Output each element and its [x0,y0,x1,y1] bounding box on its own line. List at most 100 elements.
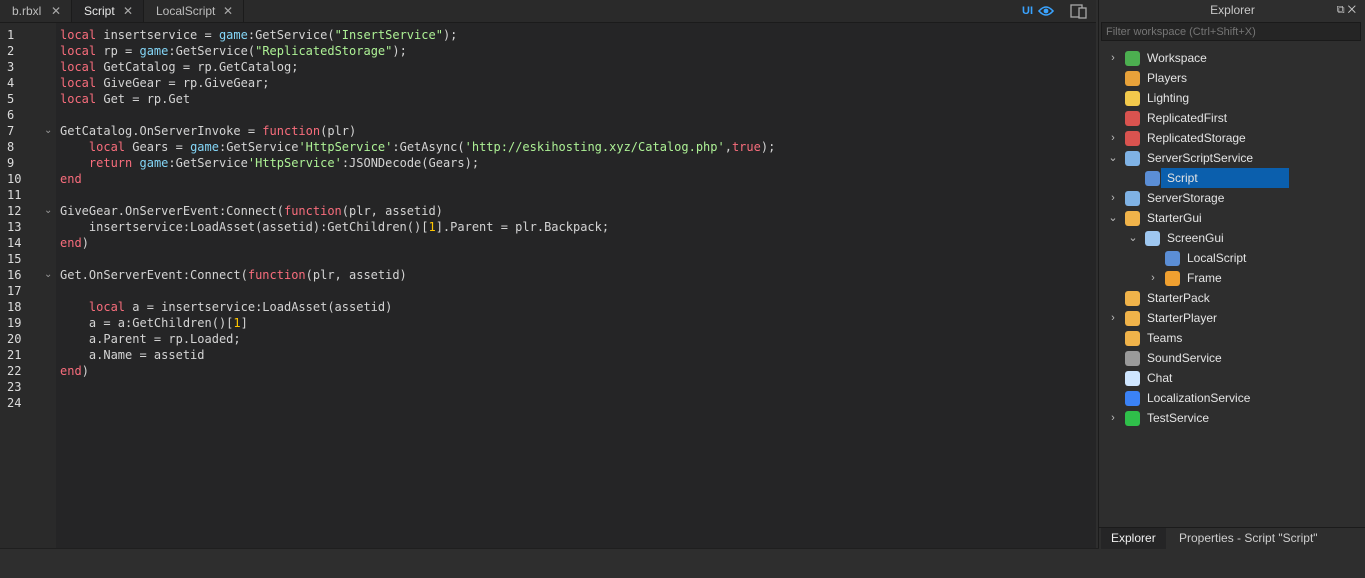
explorer-item-label: Script [1167,171,1198,185]
chevron-right-icon[interactable]: › [1107,308,1119,328]
line-number: 24 [7,396,22,410]
explorer-item-lighting[interactable]: Lighting [1099,88,1365,108]
line-number: 12 [7,204,22,218]
explorer-item-localscript[interactable]: LocalScript [1099,248,1365,268]
tab-b-rbxl[interactable]: b.rbxl ✕ [0,0,72,22]
code-line[interactable]: local GetCatalog = rp.GetCatalog; [60,59,298,75]
explorer-item-label: Lighting [1147,91,1190,105]
ui-visibility-toggle[interactable]: UI [1022,0,1033,22]
code-token: 1 [428,220,436,234]
code-line[interactable]: GetCatalog.OnServerInvoke = function(plr… [60,123,356,139]
code-line[interactable]: end) [60,363,89,379]
chevron-down-icon[interactable]: ⌄ [1127,228,1139,248]
explorer-item-chat[interactable]: Chat [1099,368,1365,388]
script-editor[interactable]: 1 2 3 4 5 6 7 8 9 10 11 12 13 14 15 16 17 18 19 20 21 22 23 24 ⌄… [0,23,1096,548]
chevron-right-icon[interactable]: › [1147,268,1159,288]
code-token: rp = [96,44,140,58]
code-token: insertservice = [96,28,219,42]
explorer-item-label: StarterPlayer [1147,311,1218,325]
eye-icon[interactable] [1038,5,1054,17]
code-token: end [60,172,82,186]
code-line[interactable]: local GiveGear = rp.GiveGear; [60,75,270,91]
chevron-down-icon[interactable]: ⌄ [1107,208,1119,228]
tab-properties[interactable]: Properties - Script "Script" [1169,528,1328,549]
starter-pack-icon [1125,291,1140,306]
code-token: function [283,204,342,218]
code-line[interactable]: local Gears = game:GetService'HttpServic… [60,139,775,155]
explorer-bottom-tabs: Explorer Properties - Script "Script" [1099,527,1365,549]
explorer-item-frame[interactable]: › Frame [1099,268,1365,288]
code-token: end [60,236,82,250]
explorer-item-serverstorage[interactable]: › ServerStorage [1099,188,1365,208]
explorer-item-localizationservice[interactable]: LocalizationService [1099,388,1365,408]
explorer-item-screengui[interactable]: ⌄ ScreenGui [1099,228,1365,248]
explorer-item-starterpack[interactable]: StarterPack [1099,288,1365,308]
explorer-item-starterplayer[interactable]: › StarterPlayer [1099,308,1365,328]
explorer-item-label: LocalizationService [1147,391,1251,405]
tab-explorer[interactable]: Explorer [1101,528,1166,549]
tab-localscript[interactable]: LocalScript ✕ [144,0,244,22]
code-token: :GetService( [247,28,335,42]
code-line[interactable]: local a = insertservice:LoadAsset(asseti… [60,299,392,315]
fold-chevron-icon[interactable]: ⌄ [44,203,52,219]
code-token: end [60,364,82,378]
close-icon[interactable]: ✕ [51,0,61,22]
close-icon[interactable]: ✕ [223,0,233,22]
code-token: "ReplicatedStorage" [255,44,393,58]
code-token: a.Parent = rp.Loaded; [60,332,241,346]
code-line[interactable]: end) [60,235,89,251]
code-token: function [262,124,321,138]
code-token: ); [392,44,407,58]
chevron-down-icon[interactable]: ⌄ [1107,148,1119,168]
filter-workspace-input[interactable] [1101,22,1361,41]
server-storage-icon [1125,191,1140,206]
code-line[interactable]: local insertservice = game:GetService("I… [60,27,457,43]
starter-player-icon [1125,311,1140,326]
line-number: 23 [7,380,22,394]
explorer-item-script[interactable]: Script [1099,168,1365,188]
code-line[interactable]: Get.OnServerEvent:Connect(function(plr, … [60,267,407,283]
code-token: local [60,76,97,90]
code-token: a = a:GetChildren()[ [60,316,234,330]
code-line[interactable]: local rp = game:GetService("ReplicatedSt… [60,43,407,59]
chevron-right-icon[interactable]: › [1107,48,1119,68]
explorer-item-startergui[interactable]: ⌄ StarterGui [1099,208,1365,228]
code-line[interactable]: a.Parent = rp.Loaded; [60,331,241,347]
chevron-right-icon[interactable]: › [1107,408,1119,428]
explorer-item-serverscriptservice[interactable]: ⌄ ServerScriptService [1099,148,1365,168]
line-number: 7 [7,124,15,138]
chevron-right-icon[interactable]: › [1107,128,1119,148]
explorer-item-replicatedfirst[interactable]: ReplicatedFirst [1099,108,1365,128]
explorer-item-testservice[interactable]: › TestService [1099,408,1365,428]
code-line[interactable]: return game:GetService'HttpService':JSON… [60,155,479,171]
explorer-item-players[interactable]: Players [1099,68,1365,88]
code-line[interactable]: a = a:GetChildren()[1] [60,315,248,331]
code-line[interactable]: a.Name = assetid [60,347,205,363]
code-line[interactable]: end [60,171,82,187]
explorer-item-label: ScreenGui [1167,231,1224,245]
explorer-item-workspace[interactable]: › Workspace [1099,48,1365,68]
device-emulator-icon[interactable] [1070,3,1088,19]
code-token: a = insertservice:LoadAsset(assetid) [125,300,393,314]
panel-controls-icon[interactable]: ⧉ ✕ [1337,0,1356,20]
chevron-right-icon[interactable]: › [1107,188,1119,208]
code-line[interactable]: insertservice:LoadAsset(assetid):GetChil… [60,219,609,235]
tab-script[interactable]: Script ✕ [72,0,144,22]
fold-chevron-icon[interactable]: ⌄ [44,123,52,139]
line-number: 11 [7,188,22,202]
explorer-item-soundservice[interactable]: SoundService [1099,348,1365,368]
close-icon[interactable]: ✕ [123,0,133,22]
line-number: 17 [7,284,22,298]
explorer-item-teams[interactable]: Teams [1099,328,1365,348]
fold-chevron-icon[interactable]: ⌄ [44,267,52,283]
code-area[interactable]: local insertservice = game:GetService("I… [56,23,1096,548]
code-line[interactable]: GiveGear.OnServerEvent:Connect(function(… [60,203,443,219]
code-token: :GetService [218,140,299,154]
code-token: local [88,300,126,314]
code-line[interactable]: local Get = rp.Get [60,91,190,107]
code-token: (plr) [320,124,357,138]
explorer-item-replicatedstorage[interactable]: › ReplicatedStorage [1099,128,1365,148]
code-token: return [88,156,133,170]
